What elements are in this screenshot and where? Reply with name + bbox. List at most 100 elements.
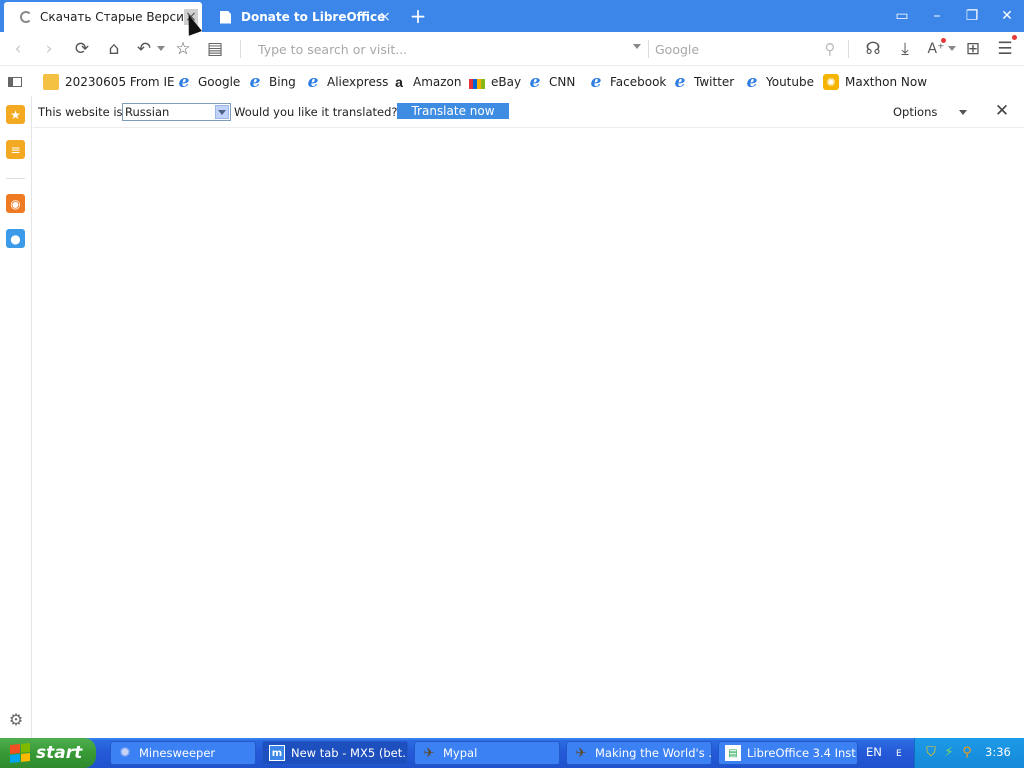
start-label: start <box>36 743 83 763</box>
bookmark-amazon[interactable]: a Amazon <box>391 72 462 92</box>
download-icon[interactable]: ⤓ <box>894 38 916 60</box>
tab-title: Donate to LibreOffice | Libr <box>241 10 387 24</box>
undo-icon[interactable]: ↶ <box>133 38 155 60</box>
bookmark-facebook[interactable]: e Facebook <box>588 72 667 92</box>
windows-logo-icon <box>10 742 30 764</box>
task-mypal[interactable]: ✈ Mypal <box>414 741 560 765</box>
language-select[interactable]: Russian <box>122 103 231 121</box>
shield-icon[interactable]: ⛉ <box>923 745 939 761</box>
search-icon[interactable]: ⚲ <box>819 38 841 60</box>
tab-close-button[interactable]: × <box>378 9 392 25</box>
url-input[interactable] <box>258 41 644 57</box>
window-close-button[interactable]: ✕ <box>995 4 1019 28</box>
chevron-down-icon <box>959 110 967 115</box>
restore-button[interactable]: ❐ <box>960 4 984 28</box>
maxthon-icon: m <box>269 745 285 761</box>
new-tab-button[interactable]: + <box>408 4 428 28</box>
notes-icon[interactable]: ≡ <box>6 140 25 159</box>
system-tray: ⛉ ⚡ ⚲ 3:36 <box>914 738 1024 768</box>
reload-icon[interactable]: ⟳ <box>71 38 93 60</box>
minimize-button[interactable]: – <box>925 4 949 28</box>
bookmark-youtube[interactable]: e Youtube <box>744 72 814 92</box>
bookmark-bing[interactable]: e Bing <box>247 72 296 92</box>
translate-bar: This website is in Russian Would you lik… <box>33 96 1024 128</box>
bookmark-label: 20230605 From IE <box>65 75 175 89</box>
task-libreoffice[interactable]: ▤ LibreOffice 3.4 Inst... <box>718 741 858 765</box>
home-icon[interactable]: ⌂ <box>103 38 125 60</box>
divider <box>848 40 849 58</box>
task-mx5[interactable]: m New tab - MX5 (bet... <box>262 741 408 765</box>
taskbar: start ✹ Minesweeper m New tab - MX5 (bet… <box>0 738 1024 768</box>
forward-icon[interactable]: › <box>38 38 60 60</box>
bookmarks-bar: 20230605 From IE e Google e Bing e Aliex… <box>0 67 1024 96</box>
ie-icon: e <box>746 72 758 92</box>
star-icon[interactable]: ☆ <box>172 38 194 60</box>
libreoffice-icon: ▤ <box>725 745 741 761</box>
layout-icon[interactable]: ▭ <box>890 4 914 28</box>
amazon-icon: a <box>395 74 403 90</box>
translate-question: Would you like it translated? <box>234 105 398 119</box>
bookmark-maxthon-now[interactable]: ✺ Maxthon Now <box>823 72 927 92</box>
divider <box>648 40 649 58</box>
sidebar-toggle-icon[interactable] <box>8 77 22 87</box>
tab-donate[interactable]: Donate to LibreOffice | Libr × <box>204 2 396 32</box>
document-icon <box>220 10 231 24</box>
bookmark-google[interactable]: e Google <box>176 72 241 92</box>
undo-dropdown-icon[interactable] <box>157 46 165 51</box>
task-label: Making the World's ... <box>595 746 712 760</box>
folder-icon <box>43 74 59 90</box>
chevron-down-icon[interactable] <box>215 105 229 119</box>
ie-icon: e <box>249 72 261 92</box>
back-icon[interactable]: ‹ <box>7 38 29 60</box>
bookmark-label: Bing <box>269 75 296 89</box>
language-indicator[interactable]: EN <box>866 745 882 759</box>
task-label: Minesweeper <box>139 746 216 760</box>
search-input[interactable] <box>655 41 840 57</box>
close-translate-bar-button[interactable]: ✕ <box>993 102 1011 120</box>
url-dropdown-icon[interactable] <box>633 44 641 49</box>
notes-icon[interactable]: ▤ <box>204 38 226 60</box>
divider <box>6 178 25 179</box>
bookmark-label: Facebook <box>610 75 667 89</box>
bookmark-twitter[interactable]: e Twitter <box>672 72 735 92</box>
bookmark-label: Maxthon Now <box>845 75 928 89</box>
bookmark-folder[interactable]: 20230605 From IE <box>43 72 175 92</box>
globe-icon[interactable]: ● <box>6 229 25 248</box>
bookmark-label: eBay <box>491 75 522 89</box>
mypal-icon: ✈ <box>423 745 435 761</box>
mypal-icon: ✈ <box>575 745 587 761</box>
network-icon[interactable]: ⚡ <box>941 745 957 761</box>
favorites-star-icon[interactable]: ★ <box>6 105 25 124</box>
bookmark-label: CNN <box>549 75 576 89</box>
language-sub-indicator: E <box>896 749 902 759</box>
menu-icon[interactable]: ☰ <box>994 38 1016 60</box>
translate-now-button[interactable]: Translate now <box>397 103 509 119</box>
options-dropdown[interactable]: Options <box>883 100 975 124</box>
tab-active[interactable]: Скачать Старые Версии L × <box>4 2 202 32</box>
apps-icon[interactable]: ⊞ <box>962 38 984 60</box>
bookmark-aliexpress[interactable]: e Aliexpress <box>305 72 389 92</box>
ie-icon: e <box>590 72 602 92</box>
magnifier-icon[interactable]: ⚲ <box>959 745 975 761</box>
bookmark-label: Twitter <box>694 75 735 89</box>
translate-dropdown-icon[interactable] <box>948 46 956 51</box>
gear-icon[interactable]: ⚙ <box>6 710 26 730</box>
ie-icon: e <box>307 72 319 92</box>
start-button[interactable]: start <box>0 738 96 768</box>
search-box[interactable] <box>650 37 840 61</box>
bookmark-label: Amazon <box>413 75 462 89</box>
speech-icon[interactable]: ☊ <box>862 38 884 60</box>
rss-icon[interactable]: ◉ <box>6 194 25 213</box>
bookmark-label: Aliexpress <box>327 75 389 89</box>
clock: 3:36 <box>985 745 1011 759</box>
task-making-the-world[interactable]: ✈ Making the World's ... <box>566 741 712 765</box>
address-bar[interactable] <box>250 37 644 61</box>
bookmark-cnn[interactable]: e CNN <box>527 72 576 92</box>
ie-icon: e <box>178 72 190 92</box>
task-minesweeper[interactable]: ✹ Minesweeper <box>110 741 256 765</box>
page-content <box>33 129 1024 738</box>
divider <box>240 40 241 58</box>
ie-icon: e <box>674 72 686 92</box>
bookmark-ebay[interactable]: eBay <box>469 72 521 92</box>
left-sidebar: ★ ≡ ◉ ● ⚙ <box>0 96 32 738</box>
